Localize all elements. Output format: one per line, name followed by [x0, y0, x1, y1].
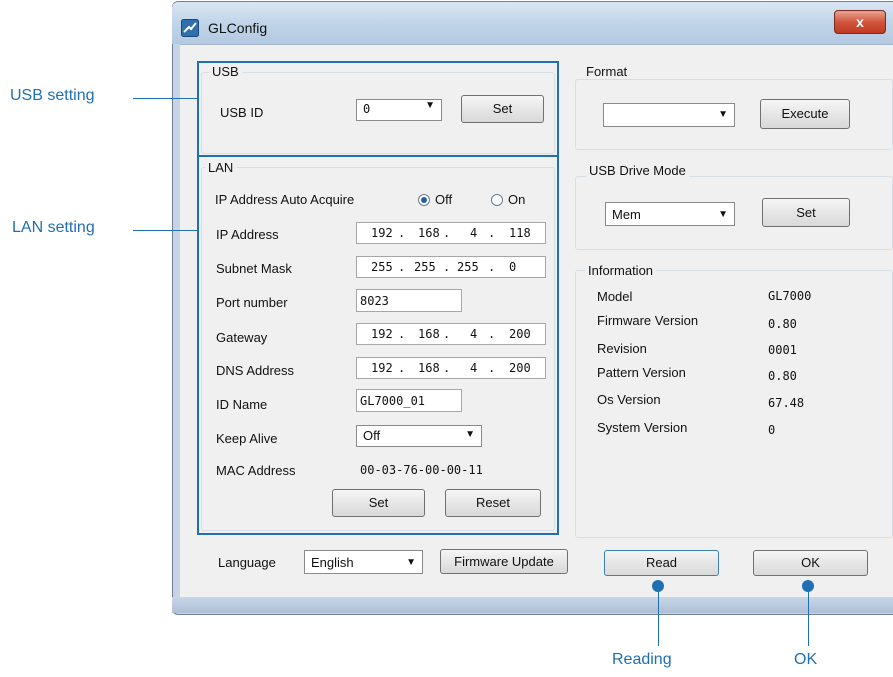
usb-drive-mode-select[interactable]: Mem ▼ [605, 202, 735, 226]
read-button[interactable]: Read [604, 550, 719, 576]
format-group-label: Format [583, 64, 631, 79]
lan-setting-callout: LAN setting [12, 219, 95, 236]
info-label: Revision [597, 341, 647, 356]
chevron-down-icon: ▼ [718, 109, 728, 120]
info-label: Model [597, 289, 633, 304]
usb-drive-set-button[interactable]: Set [762, 198, 850, 227]
ok-callout: OK [794, 651, 818, 668]
language-value: English [311, 555, 354, 570]
info-label: Firmware Version [597, 313, 699, 328]
info-label: Pattern Version [597, 365, 686, 380]
information-group-label: Information [585, 263, 657, 278]
lan-setting-leader-line [133, 230, 198, 231]
usb-setting-highlight [197, 61, 559, 157]
info-label: Os Version [597, 392, 661, 407]
app-icon [181, 19, 199, 37]
usb-setting-leader-line [133, 98, 198, 99]
info-value: 0.80 [768, 317, 797, 331]
usb-setting-callout: USB setting [10, 87, 95, 104]
info-value: 0.80 [768, 369, 797, 383]
info-value: 0 [768, 423, 776, 437]
firmware-update-button[interactable]: Firmware Update [440, 549, 568, 574]
close-icon[interactable]: x [834, 10, 886, 34]
chevron-down-icon: ▼ [718, 209, 728, 220]
ok-button[interactable]: OK [753, 550, 868, 576]
info-value: 0001 [768, 343, 797, 357]
window-bottom-border [172, 597, 893, 613]
info-value: 67.48 [768, 396, 805, 410]
reading-callout: Reading [612, 651, 672, 668]
execute-button[interactable]: Execute [760, 99, 850, 129]
reading-leader-line [658, 590, 659, 646]
usb-drive-mode-label: USB Drive Mode [586, 163, 689, 178]
info-value: GL7000 [768, 289, 812, 303]
usb-drive-mode-value: Mem [612, 207, 641, 222]
language-label: Language [218, 555, 276, 570]
window-title: GLConfig [208, 20, 268, 36]
info-label: System Version [597, 420, 688, 435]
format-select[interactable]: ▼ [603, 103, 735, 127]
ok-leader-line [808, 590, 809, 646]
lan-setting-highlight [197, 155, 559, 535]
title-bar[interactable] [172, 2, 893, 44]
language-select[interactable]: English ▼ [304, 550, 423, 574]
chevron-down-icon: ▼ [406, 557, 416, 568]
